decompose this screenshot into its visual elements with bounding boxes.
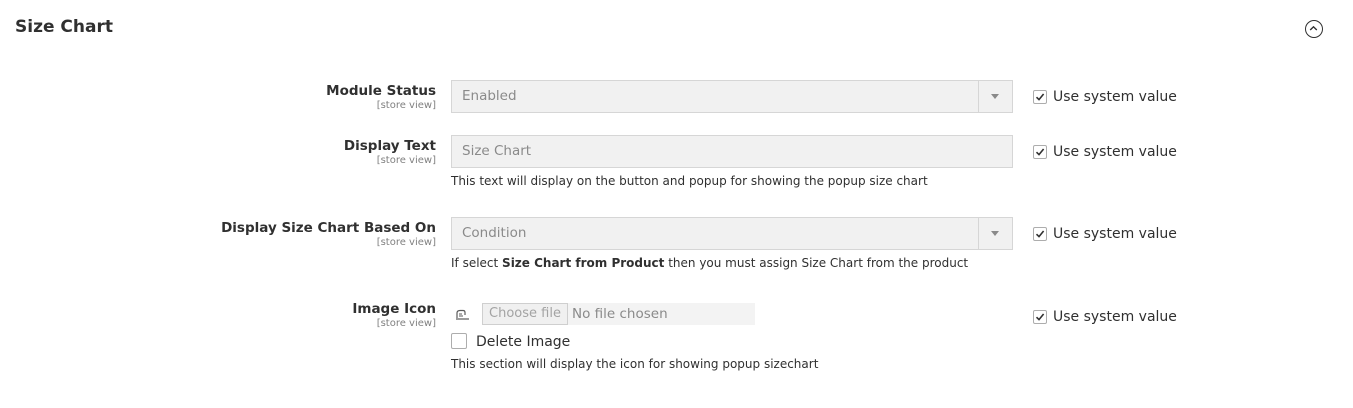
note-bold: Size Chart from Product (502, 256, 665, 270)
select-value: Condition (462, 225, 527, 241)
field-label: Module Status (326, 83, 436, 99)
check-icon (1035, 93, 1045, 101)
no-file-text: No file chosen (572, 306, 668, 322)
based-on-select[interactable]: Condition (451, 217, 1013, 250)
field-scope: [store view] (376, 318, 436, 329)
choose-file-button[interactable]: Choose file (482, 303, 568, 325)
use-system-checkbox[interactable] (1033, 145, 1047, 159)
use-system-checkbox[interactable] (1033, 90, 1047, 104)
module-status-use-system[interactable]: Use system value (1033, 89, 1177, 105)
module-status-row: Module Status [store view] Enabled Use s… (0, 80, 1353, 114)
field-label: Image Icon (352, 301, 436, 317)
field-scope: [store view] (376, 155, 436, 166)
module-status-label: Module Status [store view] (326, 82, 436, 112)
based-on-row: Display Size Chart Based On [store view]… (0, 217, 1353, 273)
based-on-use-system[interactable]: Use system value (1033, 226, 1177, 242)
display-text-input[interactable]: Size Chart (451, 135, 1013, 168)
input-value: Size Chart (462, 143, 532, 159)
dropdown-arrow[interactable] (978, 218, 1012, 249)
check-icon (1035, 313, 1045, 321)
image-file-input[interactable]: Choose file No file chosen (482, 303, 755, 325)
chevron-up-icon (1309, 25, 1318, 31)
check-icon (1035, 148, 1045, 156)
image-icon-row: Image Icon [store view] Choose file No f… (0, 300, 1353, 380)
image-icon-use-system[interactable]: Use system value (1033, 309, 1177, 325)
use-system-checkbox[interactable] (1033, 310, 1047, 324)
field-scope: [store view] (376, 100, 436, 111)
note-suffix: then you must assign Size Chart from the… (664, 256, 969, 270)
caret-down-icon (991, 231, 999, 236)
image-icon-note: This section will display the icon for s… (451, 357, 819, 371)
module-status-select[interactable]: Enabled (451, 80, 1013, 113)
caret-down-icon (991, 94, 999, 99)
use-system-checkbox[interactable] (1033, 227, 1047, 241)
display-text-note: This text will display on the button and… (451, 174, 928, 188)
delete-image-option[interactable]: Delete Image (451, 333, 570, 350)
based-on-note: If select Size Chart from Product then y… (451, 256, 968, 270)
collapse-section-button[interactable] (1305, 20, 1323, 38)
field-label: Display Text (343, 138, 436, 154)
select-value: Enabled (462, 88, 517, 104)
image-placeholder-icon (456, 309, 469, 320)
image-upload: Choose file No file chosen (451, 303, 771, 325)
image-icon-label: Image Icon [store view] (352, 300, 436, 330)
delete-image-label: Delete Image (476, 334, 571, 350)
check-icon (1035, 230, 1045, 238)
display-text-row: Display Text [store view] Size Chart Use… (0, 135, 1353, 191)
section-title[interactable]: Size Chart (15, 17, 113, 37)
display-text-use-system[interactable]: Use system value (1033, 144, 1177, 160)
dropdown-arrow[interactable] (978, 81, 1012, 112)
note-prefix: If select (451, 256, 503, 270)
field-scope: [store view] (376, 237, 436, 248)
based-on-label: Display Size Chart Based On [store view] (221, 219, 436, 249)
use-system-label: Use system value (1053, 89, 1177, 105)
display-text-label: Display Text [store view] (344, 137, 436, 167)
use-system-label: Use system value (1053, 226, 1177, 242)
use-system-label: Use system value (1053, 144, 1177, 160)
delete-image-checkbox[interactable] (451, 333, 467, 349)
field-label: Display Size Chart Based On (221, 220, 436, 236)
use-system-label: Use system value (1053, 309, 1177, 325)
